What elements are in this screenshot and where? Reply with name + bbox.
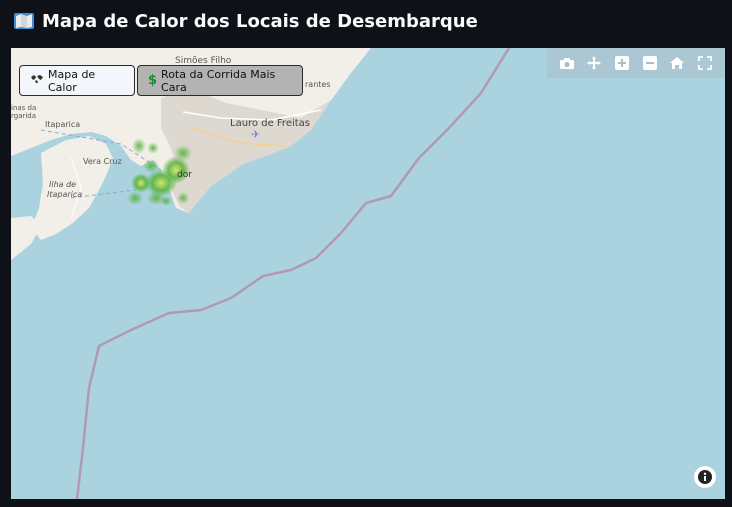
map-container[interactable]: ✈ Simões Filho Lauro de Freitas Itaparic… <box>11 48 725 499</box>
zoom-out-icon[interactable] <box>641 54 659 72</box>
place-label: Ilha de <box>49 180 77 189</box>
home-icon[interactable] <box>668 54 686 72</box>
place-label: dor <box>177 170 192 180</box>
basemap: ✈ <box>11 48 725 499</box>
place-label: Itaparica <box>45 120 81 129</box>
place-label: Lauro de Freitas <box>230 118 311 129</box>
map-icon <box>14 12 34 30</box>
page-title: Mapa de Calor dos Locais de Desembarque <box>42 10 478 32</box>
pan-icon[interactable] <box>585 54 603 72</box>
dollar-sign-icon: $ <box>148 73 158 88</box>
camera-icon[interactable] <box>558 54 576 72</box>
place-label: Vera Cruz <box>83 157 122 166</box>
place-label: rgarida <box>11 112 37 120</box>
attribution-info-button[interactable] <box>694 466 716 488</box>
place-label: rantes <box>305 80 331 89</box>
fullscreen-icon[interactable] <box>696 54 714 72</box>
info-icon <box>698 470 712 484</box>
page-header: Mapa de Calor dos Locais de Desembarque <box>14 8 478 34</box>
heatmap-button[interactable]: Mapa de Calor <box>19 65 135 96</box>
route-button-label: Rota da Corrida Mais Cara <box>161 67 276 94</box>
airport-icon: ✈ <box>251 128 260 141</box>
place-label: Itaparica <box>47 190 83 199</box>
map-modebar <box>547 48 725 78</box>
heatmap-button-label: Mapa de Calor <box>48 67 96 94</box>
world-map-icon <box>30 74 44 87</box>
zoom-in-icon[interactable] <box>613 54 631 72</box>
expensive-route-button[interactable]: $ Rota da Corrida Mais Cara <box>137 65 303 96</box>
place-label: inas da <box>11 104 37 112</box>
